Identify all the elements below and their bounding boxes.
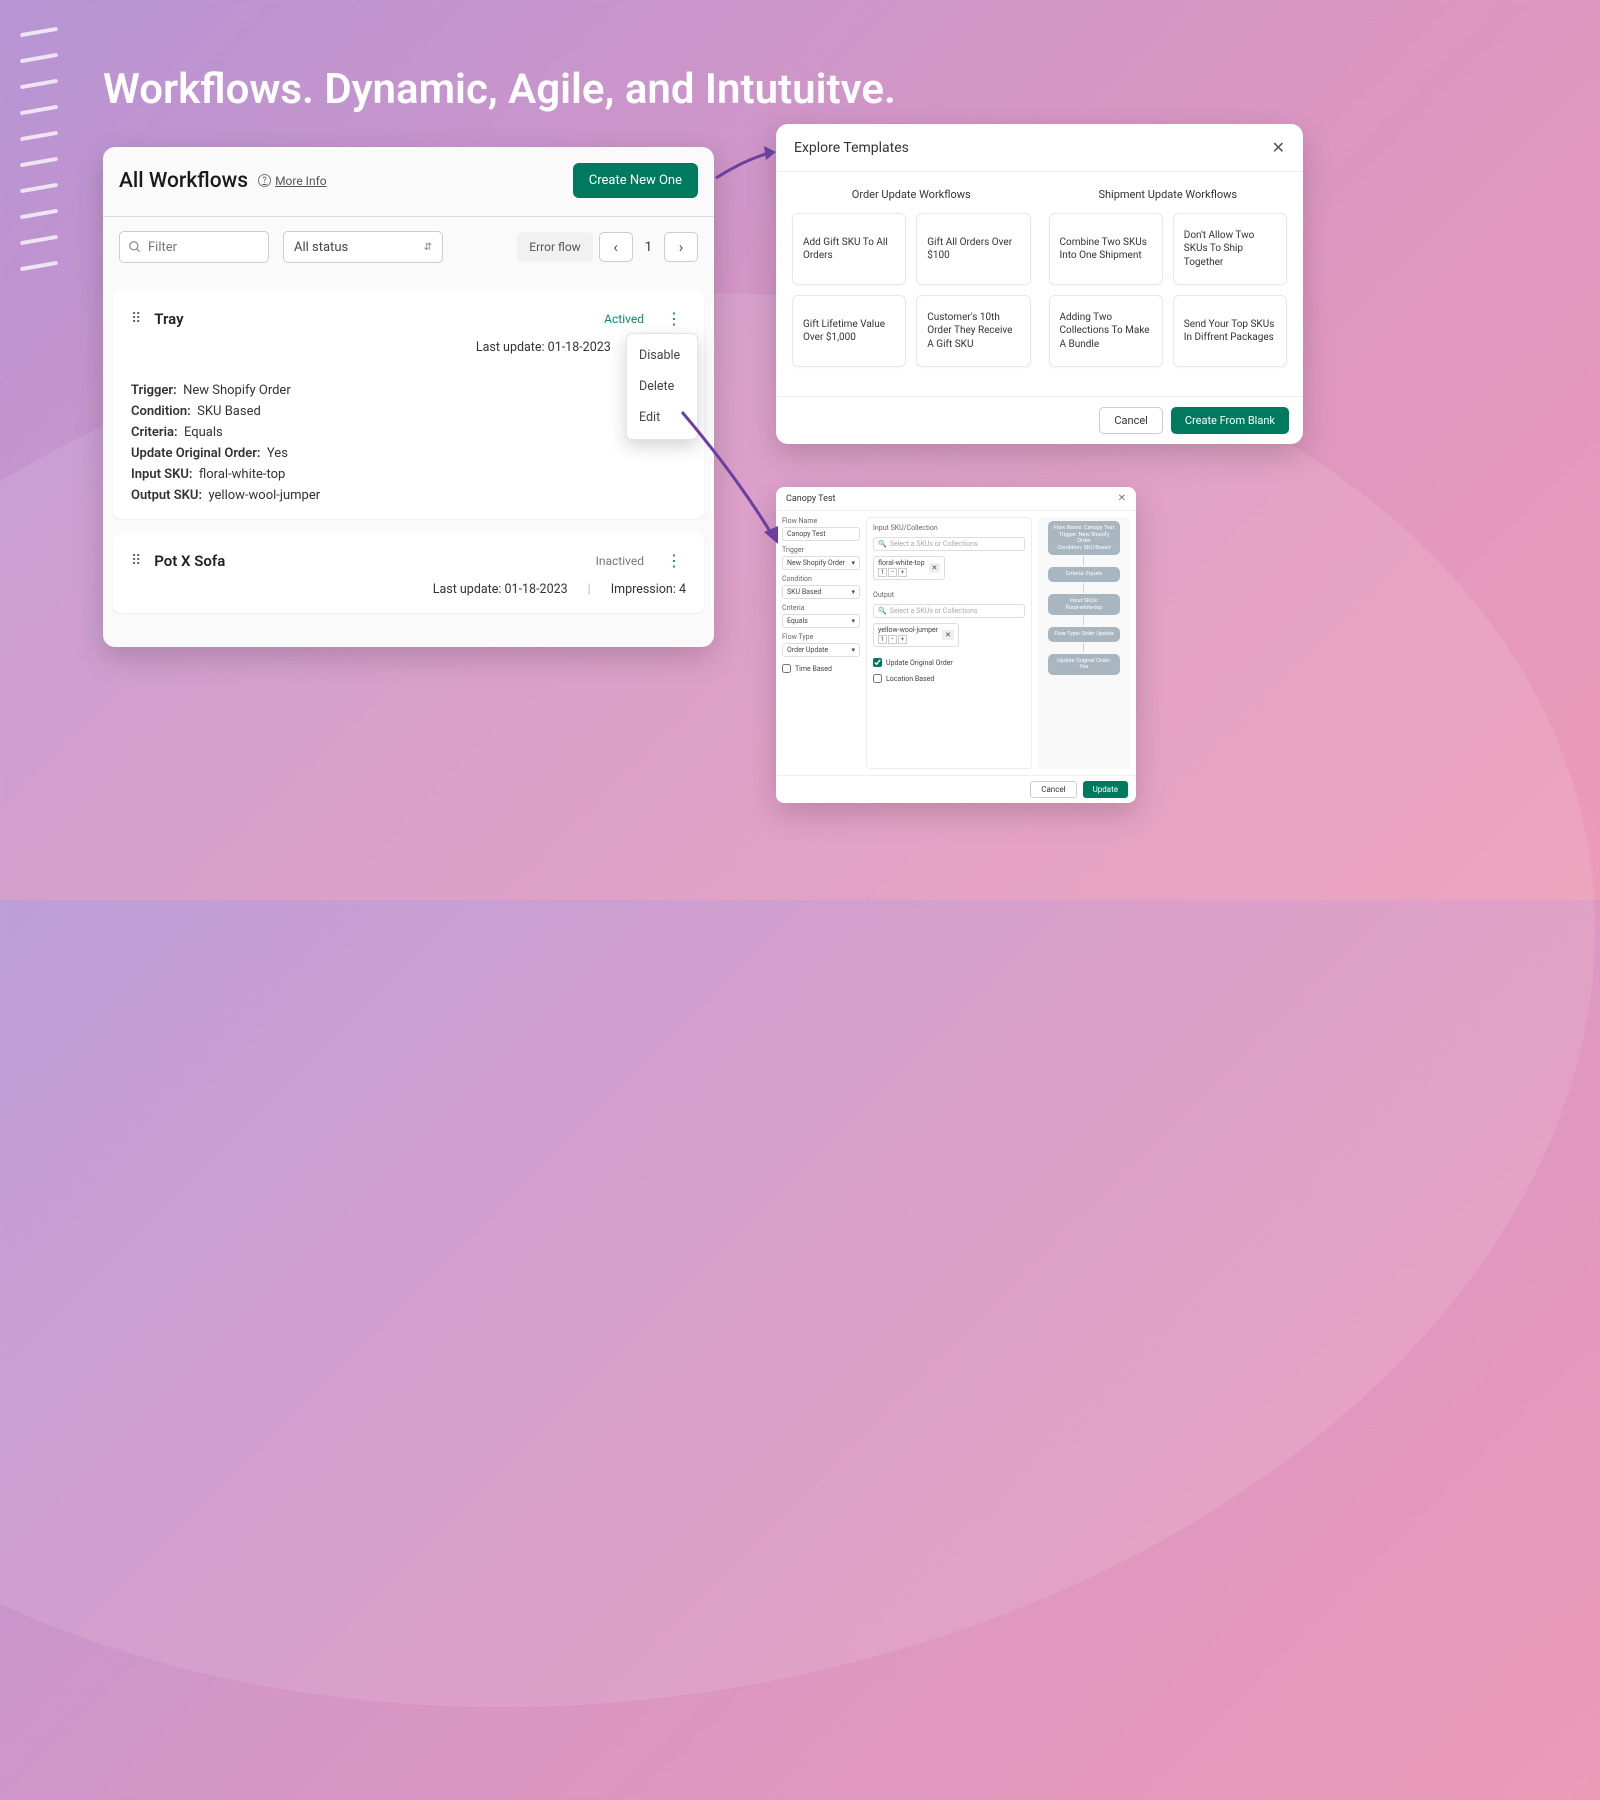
input-sku-search[interactable]: 🔍Select a SKUs or Collections <box>873 537 1025 551</box>
output-sku-chip[interactable]: yellow-wool-jumper 1−+ ✕ <box>873 623 959 647</box>
panel-title: Canopy Test <box>786 494 835 504</box>
template-card[interactable]: Customer's 10th Order They Receive A Gif… <box>916 295 1030 367</box>
drag-handle-icon[interactable]: ⠿ <box>131 311 142 327</box>
more-info-link[interactable]: ? More Info <box>258 174 327 188</box>
caret-icon: ▾ <box>851 646 855 654</box>
column-title: Shipment Update Workflows <box>1049 188 1288 201</box>
workflow-name: Pot X Sofa <box>154 552 225 570</box>
status-badge: Actived <box>604 312 644 326</box>
panel-title: Explore Templates <box>794 140 909 156</box>
output-sku-search[interactable]: 🔍Select a SKUs or Collections <box>873 604 1025 618</box>
cancel-button[interactable]: Cancel <box>1099 407 1162 434</box>
flow-node: Update Original Order: Yes <box>1048 654 1120 675</box>
location-based-checkbox[interactable]: Location Based <box>873 674 1025 683</box>
template-card[interactable]: Send Your Top SKUs In Diffrent Packages <box>1173 295 1287 367</box>
remove-icon[interactable]: ✕ <box>929 563 941 573</box>
plus-icon[interactable]: + <box>898 635 907 644</box>
arrow-icon <box>678 408 788 558</box>
flow-node: Flow Name: Canopy Test Trigger: New Shop… <box>1048 521 1120 555</box>
remove-icon[interactable]: ✕ <box>942 630 954 640</box>
flow-preview: Flow Name: Canopy Test Trigger: New Shop… <box>1038 517 1130 769</box>
update-button[interactable]: Update <box>1083 781 1128 798</box>
create-new-one-button[interactable]: Create New One <box>573 163 698 198</box>
flow-type-select[interactable]: Order Update▾ <box>782 643 860 657</box>
question-icon: ? <box>258 174 271 187</box>
search-icon <box>128 240 142 254</box>
select-caret-icon: ⇵ <box>424 242 432 253</box>
all-workflows-panel: All Workflows ? More Info Create New One… <box>103 147 714 647</box>
caret-icon: ▾ <box>851 617 855 625</box>
flow-node: Input SKUs: floral-white-top <box>1048 594 1120 615</box>
close-icon[interactable]: ✕ <box>1272 138 1285 157</box>
workflow-card-pot-x-sofa: ⠿ Pot X Sofa Inactived ⋮ Last update: 01… <box>113 533 704 613</box>
template-card[interactable]: Gift All Orders Over $100 <box>916 213 1030 285</box>
menu-delete[interactable]: Delete <box>627 371 697 402</box>
error-flow-button[interactable]: Error flow <box>517 232 592 262</box>
kebab-menu-icon[interactable]: ⋮ <box>662 307 686 330</box>
update-original-checkbox[interactable]: Update Original Order <box>873 658 1025 667</box>
workflow-name: Tray <box>154 310 183 328</box>
drag-handle-icon[interactable]: ⠿ <box>131 553 142 569</box>
flow-node: Flow Type: Order Update <box>1048 627 1120 642</box>
template-card[interactable]: Combine Two SKUs Into One Shipment <box>1049 213 1163 285</box>
canopy-test-panel: Canopy Test ✕ Flow NameCanopy Test Trigg… <box>776 487 1136 803</box>
time-based-checkbox[interactable]: Time Based <box>782 664 860 673</box>
close-icon[interactable]: ✕ <box>1118 493 1126 504</box>
cancel-button[interactable]: Cancel <box>1030 781 1076 798</box>
explore-templates-panel: Explore Templates ✕ Order Update Workflo… <box>776 124 1303 444</box>
template-card[interactable]: Gift Lifetime Value Over $1,000 <box>792 295 906 367</box>
minus-icon[interactable]: − <box>888 635 897 644</box>
plus-icon[interactable]: + <box>898 568 907 577</box>
flow-node: Criteria: Equals <box>1048 567 1120 582</box>
decorative-lines <box>20 30 58 268</box>
column-title: Order Update Workflows <box>792 188 1031 201</box>
menu-disable[interactable]: Disable <box>627 340 697 371</box>
trigger-select[interactable]: New Shopify Order▾ <box>782 556 860 570</box>
template-card[interactable]: Adding Two Collections To Make A Bundle <box>1049 295 1163 367</box>
next-page-button[interactable]: › <box>664 232 698 262</box>
search-icon: 🔍 <box>878 607 887 615</box>
page-number: 1 <box>645 240 652 255</box>
template-card[interactable]: Don't Allow Two SKUs To Ship Together <box>1173 213 1287 285</box>
minus-icon[interactable]: − <box>888 568 897 577</box>
filter-input[interactable] <box>148 240 248 255</box>
arrow-icon <box>714 140 784 220</box>
create-from-blank-button[interactable]: Create From Blank <box>1171 407 1289 434</box>
workflow-card-tray: ⠿ Tray Actived ⋮ Last update: 01-18-2023… <box>113 291 704 519</box>
status-badge: Inactived <box>596 554 644 568</box>
prev-page-button[interactable]: ‹ <box>599 232 633 262</box>
filter-input-group[interactable] <box>119 231 269 263</box>
workflow-details: Trigger: New Shopify Order Condition: SK… <box>131 383 686 503</box>
panel-title: All Workflows <box>119 169 248 193</box>
status-select[interactable]: All status ⇵ <box>283 231 443 263</box>
caret-icon: ▾ <box>851 559 855 567</box>
template-card[interactable]: Add Gift SKU To All Orders <box>792 213 906 285</box>
page-title: Workflows. Dynamic, Agile, and Intutuitv… <box>103 65 896 114</box>
caret-icon: ▾ <box>851 588 855 596</box>
criteria-select[interactable]: Equals▾ <box>782 614 860 628</box>
input-sku-chip[interactable]: floral-white-top 1−+ ✕ <box>873 556 945 580</box>
flow-name-input[interactable]: Canopy Test <box>782 527 860 541</box>
condition-select[interactable]: SKU Based▾ <box>782 585 860 599</box>
search-icon: 🔍 <box>878 540 887 548</box>
